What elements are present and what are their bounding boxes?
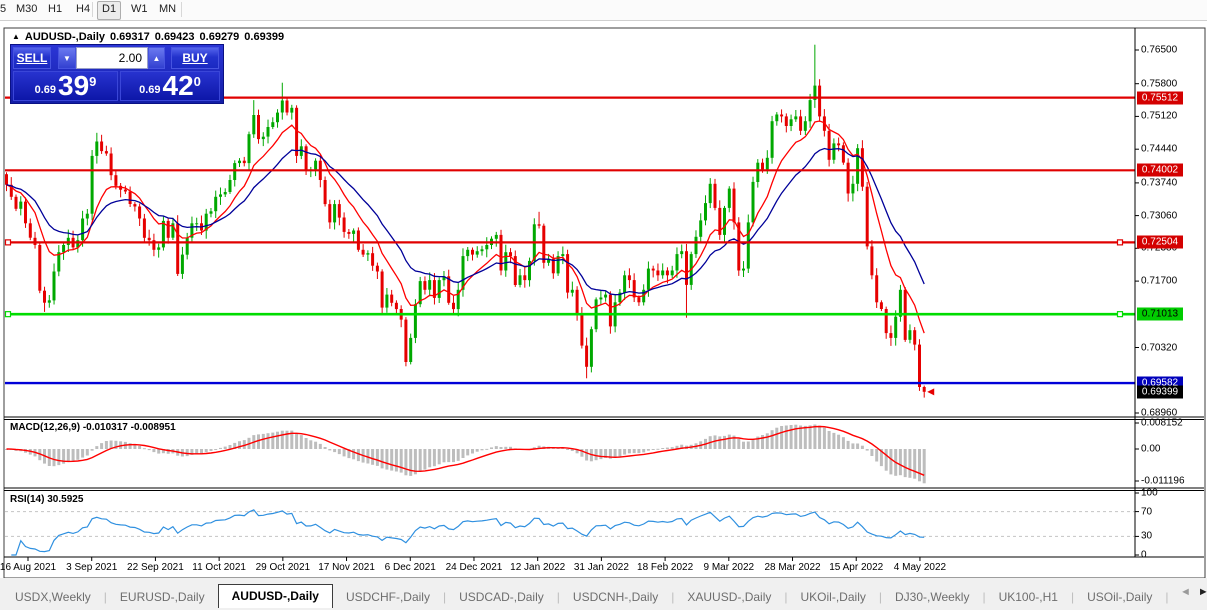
sell-price-prefix: 0.69 xyxy=(35,84,56,96)
timeframe-button-5[interactable]: 5 xyxy=(0,1,8,18)
tab-scroll-arrows: ◄ ► xyxy=(1180,586,1207,598)
date-tick-label: 18 Feb 2022 xyxy=(637,562,693,573)
tab-audusd-daily[interactable]: AUDUSD-,Daily xyxy=(218,584,333,608)
volume-increase-button[interactable]: ▲ xyxy=(148,47,165,69)
tab-ukoil-daily[interactable]: UKOil-,Daily xyxy=(788,587,879,608)
chart-title-row: ▲ AUDUSD-,Daily 0.69317 0.69423 0.69279 0.693… xyxy=(12,31,289,45)
tab-xauusd-daily[interactable]: XAUUSD-,Daily xyxy=(674,587,784,608)
buy-price-display[interactable]: 0.69 42 0 xyxy=(120,71,220,101)
price-tick-label: 0.76500 xyxy=(1141,45,1177,56)
tab-uk100-h1[interactable]: UK100-,H1 xyxy=(986,587,1071,608)
macd-label: MACD(12,26,9) -0.010317 -0.008951 xyxy=(10,422,176,433)
level-price-badge: 0.72504 xyxy=(1137,236,1183,249)
price-tick-label: 0.75120 xyxy=(1141,111,1177,122)
ohlc-low: 0.69279 xyxy=(200,31,240,43)
rsi-label: RSI(14) 30.5925 xyxy=(10,494,83,505)
price-tick-label: 0.74440 xyxy=(1141,144,1177,155)
tab-usdcnh-daily[interactable]: USDCNH-,Daily xyxy=(560,587,671,608)
chart-tabs-bar: USDX,Weekly|EURUSD-,DailyAUDUSD-,DailyUS… xyxy=(2,584,1177,608)
rsi-axis-label: 30 xyxy=(1141,531,1152,542)
rsi-axis-label: 70 xyxy=(1141,506,1152,517)
toolbar-separator xyxy=(92,2,93,17)
tab-usdcad-daily[interactable]: USDCAD-,Daily xyxy=(446,587,557,608)
ohlc-high: 0.69423 xyxy=(155,31,195,43)
price-tick-label: 0.73740 xyxy=(1141,177,1177,188)
macd-axis-label: -0.011196 xyxy=(1141,476,1185,487)
date-tick-label: 11 Oct 2021 xyxy=(192,562,246,573)
chart-window xyxy=(4,28,1205,578)
date-tick-label: 9 Mar 2022 xyxy=(704,562,755,573)
price-tick-label: 0.71700 xyxy=(1141,276,1177,287)
date-tick-label: 29 Oct 2021 xyxy=(256,562,310,573)
level-price-badge: 0.74002 xyxy=(1137,164,1183,177)
date-tick-label: 17 Nov 2021 xyxy=(318,562,375,573)
tab-usdchf-daily[interactable]: USDCHF-,Daily xyxy=(333,587,443,608)
date-tick-label: 16 Aug 2021 xyxy=(0,562,56,573)
date-tick-label: 15 Apr 2022 xyxy=(829,562,883,573)
buy-price-prefix: 0.69 xyxy=(139,84,160,96)
tab-hk50-i[interactable]: HK50-,I xyxy=(1169,587,1177,608)
price-tick-label: 0.70320 xyxy=(1141,342,1177,353)
tab-usdx-weekly[interactable]: USDX,Weekly xyxy=(2,587,104,608)
macd-axis-label: 0.008152 xyxy=(1141,418,1183,429)
toolbar-separator xyxy=(181,2,182,17)
volume-decrease-button[interactable]: ▼ xyxy=(58,47,76,69)
timeframe-button-mn[interactable]: MN xyxy=(155,1,180,18)
tab-scroll-left-icon[interactable]: ◄ xyxy=(1180,586,1191,598)
timeframe-button-h4[interactable]: H4 xyxy=(72,1,94,18)
buy-button[interactable]: BUY xyxy=(171,47,219,69)
current-price-badge: 0.69399 xyxy=(1137,385,1183,398)
date-tick-label: 6 Dec 2021 xyxy=(385,562,436,573)
timeframe-button-d1[interactable]: D1 xyxy=(97,1,121,20)
buy-price-big: 42 xyxy=(163,72,194,100)
rsi-axis-label: 0 xyxy=(1141,550,1147,561)
mt4-terminal: { "toolbar": { "timeframes": ["5", "M30"… xyxy=(0,0,1207,610)
ohlc-close: 0.69399 xyxy=(244,31,284,43)
timeframe-button-w1[interactable]: W1 xyxy=(127,1,152,18)
timeframe-toolbar: 5M30H1 H4D1 W1MN xyxy=(0,0,1207,21)
price-tick-label: 0.73060 xyxy=(1141,210,1177,221)
timeframe-button-h1[interactable]: H1 xyxy=(44,1,66,18)
price-tick-label: 0.75800 xyxy=(1141,78,1177,89)
one-click-trade-panel: SELL ▼ 2.00 ▲ BUY 0.69 39 9 0.69 42 0 xyxy=(10,44,224,104)
level-price-badge: 0.71013 xyxy=(1137,308,1183,321)
ohlc-open: 0.69317 xyxy=(110,31,150,43)
volume-input[interactable]: 2.00 xyxy=(76,47,148,69)
tab-scroll-right-icon[interactable]: ► xyxy=(1198,586,1207,598)
date-tick-label: 24 Dec 2021 xyxy=(446,562,503,573)
date-tick-label: 28 Mar 2022 xyxy=(764,562,820,573)
sell-price-big: 39 xyxy=(58,72,89,100)
one-click-panel-toggle-icon[interactable]: ▲ xyxy=(12,32,20,41)
timeframe-button-m30[interactable]: M30 xyxy=(12,1,41,18)
sell-price-display[interactable]: 0.69 39 9 xyxy=(13,71,118,101)
chart-title: AUDUSD-,Daily xyxy=(25,31,105,43)
rsi-axis-label: 100 xyxy=(1141,488,1158,499)
sell-button[interactable]: SELL xyxy=(13,47,51,69)
date-tick-label: 31 Jan 2022 xyxy=(574,562,629,573)
date-tick-label: 3 Sep 2021 xyxy=(66,562,117,573)
buy-price-pip: 0 xyxy=(194,74,201,89)
tab-dj30-weekly[interactable]: DJ30-,Weekly xyxy=(882,587,982,608)
macd-axis-label: 0.00 xyxy=(1141,444,1160,455)
date-tick-label: 4 May 2022 xyxy=(894,562,946,573)
date-tick-label: 22 Sep 2021 xyxy=(127,562,184,573)
tab-usoil-daily[interactable]: USOil-,Daily xyxy=(1074,587,1165,608)
tab-eurusd-daily[interactable]: EURUSD-,Daily xyxy=(107,587,218,608)
level-price-badge: 0.75512 xyxy=(1137,91,1183,104)
date-tick-label: 12 Jan 2022 xyxy=(510,562,565,573)
sell-price-pip: 9 xyxy=(89,74,96,89)
